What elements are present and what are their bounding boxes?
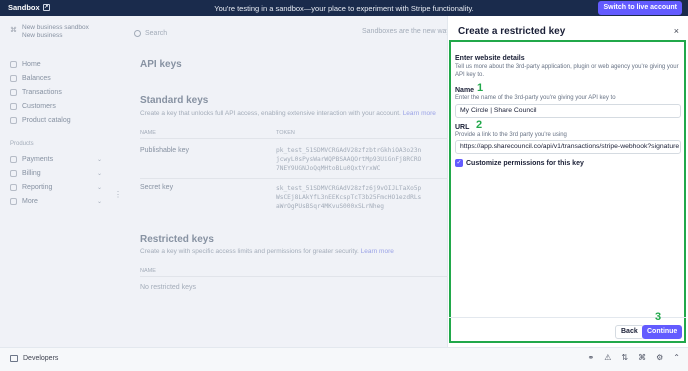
divider [140, 138, 450, 139]
column-header-token: TOKEN [276, 130, 295, 136]
billing-icon [10, 169, 17, 177]
sidebar-item-balances[interactable]: Balances [10, 71, 71, 85]
standard-keys-learn-more-link[interactable]: Learn more [403, 110, 436, 117]
secret-key-name: Secret key [140, 184, 174, 191]
restricted-keys-learn-more-link[interactable]: Learn more [361, 248, 394, 255]
restricted-keys-title: Restricted keys [140, 234, 214, 245]
publishable-key-token[interactable]: pk_test_51SDMVCRGAdV28zfzbtrGkhiOA3o23n … [276, 146, 421, 173]
restricted-keys-desc: Create a key with specific access limits… [140, 248, 394, 255]
sandbox-banner: Sandbox ↗ You're testing in a sandbox—yo… [0, 0, 688, 16]
customize-permissions-checkbox[interactable]: ✓ [455, 159, 463, 167]
more-icon [10, 197, 17, 205]
sort-arrows-icon[interactable]: ⇅ [621, 353, 628, 362]
secret-key-token[interactable]: sk_test_51SDMVCRGAdV28zfz6j9vOIJLTaXo5p … [276, 184, 421, 211]
standard-keys-title: Standard keys [140, 95, 209, 106]
annotation-highlight-box [449, 40, 686, 343]
sidebar-item-customers[interactable]: Customers [10, 99, 71, 113]
home-icon [10, 60, 17, 68]
chevron-down-icon: ⌄ [96, 170, 102, 177]
binoculars-icon[interactable]: ⚭ [588, 353, 595, 362]
restricted-column-header-name: NAME [140, 268, 156, 274]
no-restricted-keys: No restricted keys [140, 284, 197, 291]
search-input[interactable]: Search [134, 25, 364, 41]
divider [140, 178, 450, 179]
transactions-icon [10, 88, 17, 96]
name-input[interactable]: My Circle | Share Council [455, 104, 681, 118]
annotation-step-2: 2 [476, 119, 483, 131]
customers-icon [10, 102, 17, 110]
sandbox-message: You're testing in a sandbox—your place t… [214, 4, 474, 13]
chevron-down-icon: ⌄ [96, 198, 102, 205]
warning-icon[interactable]: ⚠ [604, 353, 611, 362]
balances-icon [10, 74, 17, 82]
sidebar-item-transactions[interactable]: Transactions [10, 85, 71, 99]
sandbox-hint: Sandboxes are the new way [362, 28, 450, 35]
switch-to-live-button[interactable]: Switch to live account [598, 1, 682, 15]
url-input[interactable]: https://app.sharecouncil.co/api/v1/trans… [455, 140, 681, 154]
sandbox-logo-icon: ⌘ [10, 27, 17, 34]
webhooks-icon[interactable]: ⌘ [638, 353, 646, 362]
website-details-title: Enter website details [455, 55, 525, 62]
search-icon [134, 29, 141, 37]
annotation-step-3: 3 [655, 311, 662, 323]
url-label: URL [455, 124, 470, 131]
customize-permissions-row[interactable]: ✓ Customize permissions for this key [455, 159, 584, 167]
sidebar-item-billing[interactable]: Billing ⌄ [10, 166, 102, 180]
chevron-down-icon: ⌄ [96, 156, 102, 163]
sidebar-item-reporting[interactable]: Reporting ⌄ [10, 180, 102, 194]
publishable-key-name: Publishable key [140, 147, 190, 154]
close-icon[interactable]: × [674, 26, 679, 36]
resize-handle-icon[interactable]: ⋮ [114, 190, 122, 199]
panel-footer-divider [449, 317, 686, 318]
panel-title: Create a restricted key [458, 26, 566, 37]
developer-tools: ⚭ ⚠ ⇅ ⌘ ⚙ ⌃ [588, 353, 680, 362]
continue-button[interactable]: Continue [642, 325, 683, 339]
developers-button[interactable]: Developers [10, 355, 58, 362]
sidebar-item-home[interactable]: Home [10, 57, 71, 71]
annotation-step-1: 1 [477, 82, 484, 94]
reporting-icon [10, 183, 17, 191]
sidebar-item-more[interactable]: More ⌄ [10, 194, 102, 208]
account-switcher[interactable]: ⌘ New business sandbox New business [10, 24, 89, 40]
name-label: Name [455, 87, 475, 94]
customize-permissions-label: Customize permissions for this key [466, 159, 584, 167]
divider [140, 276, 450, 277]
page-title: API keys [140, 59, 182, 70]
column-header-name: NAME [140, 130, 156, 136]
url-help: Provide a link to the 3rd party you're u… [455, 132, 567, 138]
developers-bar: Developers ⚭ ⚠ ⇅ ⌘ ⚙ ⌃ [0, 347, 688, 371]
name-help: Enter the name of the 3rd-party you're g… [455, 95, 616, 101]
settings-icon[interactable]: ⚙ [656, 353, 663, 362]
terminal-icon [10, 355, 18, 362]
products-nav: Payments ⌄ Billing ⌄ Reporting ⌄ More ⌄ [10, 152, 102, 208]
back-button[interactable]: Back [615, 325, 644, 339]
chevron-up-icon[interactable]: ⌃ [673, 353, 680, 362]
website-details-desc: Tell us more about the 3rd-party applica… [455, 64, 679, 78]
product-catalog-icon [10, 116, 17, 124]
products-section-label: Products [10, 141, 34, 147]
sidebar-item-product-catalog[interactable]: Product catalog [10, 113, 71, 127]
standard-keys-desc: Create a key that unlocks full API acces… [140, 110, 436, 117]
sidebar: ⌘ New business sandbox New business Home… [0, 16, 110, 347]
sidebar-nav: Home Balances Transactions Customers Pro… [10, 57, 71, 127]
payments-icon [10, 155, 17, 163]
sidebar-item-payments[interactable]: Payments ⌄ [10, 152, 102, 166]
chevron-down-icon: ⌄ [96, 184, 102, 191]
